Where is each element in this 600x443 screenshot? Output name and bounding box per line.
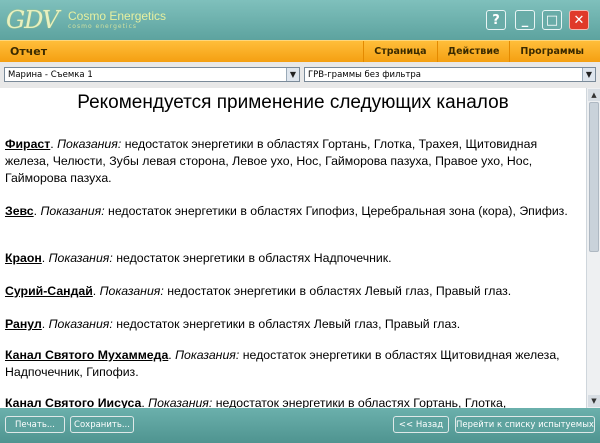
channel-name[interactable]: Ранул (5, 317, 42, 331)
back-button[interactable]: << Назад (393, 416, 449, 433)
vertical-scrollbar[interactable]: ▲ ▼ (586, 88, 600, 408)
filter-select-value: ГРВ-граммы без фильтра (308, 70, 421, 80)
indication-label: Показания: (148, 396, 213, 408)
channel-entry: Канал Святого Иисуса. Показания: недоста… (5, 396, 507, 408)
maximize-button[interactable]: □ (542, 10, 562, 30)
goto-subjects-button[interactable]: Перейти к списку испытуемых (455, 416, 595, 433)
minimize-button[interactable]: _ (515, 10, 535, 30)
channel-name[interactable]: Фираст (5, 137, 50, 151)
page-title: Отчет (10, 45, 48, 58)
chevron-down-icon[interactable]: ▼ (286, 68, 299, 81)
filter-select[interactable]: ГРВ-граммы без фильтра ▼ (304, 67, 596, 82)
chevron-down-icon[interactable]: ▼ (582, 68, 595, 81)
scroll-down-icon[interactable]: ▼ (588, 395, 600, 407)
indication-label: Показания: (99, 284, 164, 298)
channel-name[interactable]: Сурий-Сандай (5, 284, 93, 298)
indication-label: Показания: (40, 204, 105, 218)
channel-entry: Краон. Показания: недостаток энергетики … (5, 251, 392, 265)
channel-entry: Ранул. Показания: недостаток энергетики … (5, 317, 461, 331)
channel-name[interactable]: Канал Святого Иисуса (5, 396, 141, 408)
channel-indication: недостаток энергетики в областях Левый г… (116, 317, 461, 331)
channel-entry: Сурий-Сандай. Показания: недостаток энер… (5, 284, 512, 298)
channel-indication: недостаток энергетики в областях Левый г… (167, 284, 512, 298)
scroll-thumb[interactable] (589, 102, 599, 252)
indication-label: Показания: (48, 317, 113, 331)
menu-item-programs[interactable]: Программы (509, 41, 594, 63)
session-select[interactable]: Марина - Съемка 1 ▼ (4, 67, 300, 82)
brand-name: Cosmo Energetics (68, 9, 167, 23)
print-button[interactable]: Печать... (5, 416, 65, 433)
session-select-value: Марина - Съемка 1 (8, 70, 93, 80)
title-bar: GDV Cosmo Energetics cosmo energetics ? … (0, 0, 600, 40)
close-button[interactable]: ✕ (569, 10, 589, 30)
channel-indication: недостаток энергетики в областях Гортань… (215, 396, 507, 408)
scroll-up-icon[interactable]: ▲ (588, 89, 600, 101)
bottom-bar: Печать... Сохранить... << Назад Перейти … (0, 408, 600, 443)
help-button[interactable]: ? (486, 10, 506, 30)
channel-name[interactable]: Краон (5, 251, 42, 265)
app-window: GDV Cosmo Energetics cosmo energetics ? … (0, 0, 600, 443)
menu-item-page[interactable]: Страница (363, 41, 436, 63)
selector-row: Марина - Съемка 1 ▼ ГРВ-граммы без фильт… (0, 62, 600, 88)
app-logo: GDV (6, 6, 59, 34)
channel-entry: Зевс. Показания: недостаток энергетики в… (5, 204, 568, 218)
menu-tabs: Страница Действие Программы (363, 41, 594, 63)
channel-name[interactable]: Зевс (5, 204, 34, 218)
report-heading: Рекомендуется применение следующих канал… (77, 92, 509, 113)
channel-name[interactable]: Канал Святого Мухаммеда (5, 348, 168, 362)
indication-label: Показания: (175, 348, 240, 362)
menu-item-action[interactable]: Действие (436, 41, 510, 63)
indication-label: Показания: (48, 251, 113, 265)
report-content: Рекомендуется применение следующих канал… (0, 88, 586, 408)
save-button[interactable]: Сохранить... (70, 416, 134, 433)
brand-subtitle: cosmo energetics (68, 23, 138, 30)
indication-label: Показания: (57, 137, 122, 151)
channel-indication: недостаток энергетики в областях Надпоче… (116, 251, 392, 265)
menu-bar: Отчет Страница Действие Программы (0, 40, 600, 63)
channel-entry: Фираст. Показания: недостаток энергетики… (5, 137, 538, 185)
channel-entry: Канал Святого Мухаммеда. Показания: недо… (5, 348, 560, 379)
channel-indication: недостаток энергетики в областях Гипофиз… (108, 204, 568, 218)
